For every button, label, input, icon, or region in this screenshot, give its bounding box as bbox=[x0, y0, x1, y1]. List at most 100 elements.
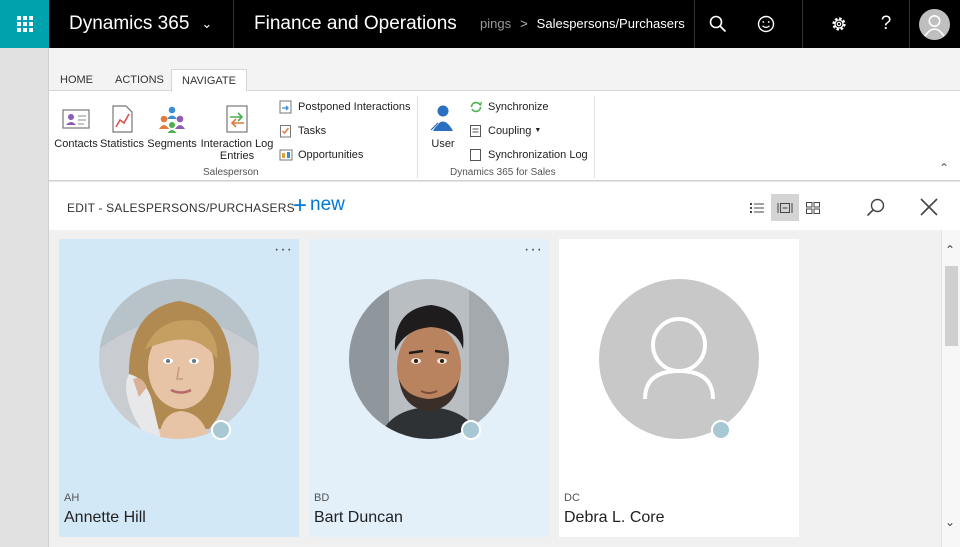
synchronize-icon bbox=[470, 101, 483, 113]
page-header: EDIT - SALESPERSONS/PURCHASERS + new bbox=[49, 182, 960, 230]
interaction-log-entries-label: Interaction Log Entries bbox=[200, 138, 274, 162]
app-switcher[interactable]: Dynamics 365 ⌄ bbox=[49, 0, 234, 48]
segments-button[interactable]: Segments bbox=[147, 104, 197, 150]
user-profile-button[interactable] bbox=[919, 9, 950, 40]
interaction-log-entries-button[interactable]: Interaction Log Entries bbox=[200, 104, 274, 162]
card-initials: BD bbox=[314, 492, 330, 504]
action-ribbon: HOME ACTIONS NAVIGATE Contacts Statistic… bbox=[49, 48, 960, 181]
card-name[interactable]: Bart Duncan bbox=[314, 509, 403, 527]
avatar-photo bbox=[349, 279, 509, 439]
card-list: ··· AH Annette Hill ··· BD Bart Duncan D… bbox=[49, 230, 941, 547]
postponed-interactions-button[interactable]: Postponed Interactions bbox=[279, 98, 411, 116]
card-view-icon bbox=[777, 202, 793, 213]
tab-actions[interactable]: ACTIONS bbox=[105, 69, 174, 91]
salesperson-card-bart-duncan[interactable]: ··· BD Bart Duncan bbox=[309, 239, 549, 537]
list-view-button[interactable] bbox=[743, 194, 771, 221]
search-button[interactable] bbox=[694, 0, 742, 48]
scroll-down-chevron-icon[interactable]: ⌄ bbox=[945, 515, 955, 529]
topbar-divider bbox=[909, 0, 910, 48]
caret-down-icon: ▼ bbox=[534, 127, 542, 134]
coupling-icon bbox=[470, 125, 481, 137]
ribbon-group-divider bbox=[594, 96, 595, 178]
search-icon bbox=[866, 198, 885, 217]
avatar-photo bbox=[99, 279, 259, 439]
presence-status-dot bbox=[211, 420, 231, 440]
settings-button[interactable] bbox=[815, 0, 863, 48]
more-options-button[interactable]: ··· bbox=[274, 241, 293, 259]
ribbon-group-divider bbox=[417, 96, 418, 178]
filter-search-button[interactable] bbox=[864, 195, 888, 219]
contacts-label: Contacts bbox=[54, 138, 98, 150]
user-label: User bbox=[431, 138, 455, 150]
waffle-icon bbox=[16, 16, 33, 32]
contacts-button[interactable]: Contacts bbox=[54, 104, 98, 150]
list-view-icon bbox=[750, 202, 764, 213]
top-nav-bar: Dynamics 365 ⌄ Finance and Operations pi… bbox=[0, 0, 960, 48]
vertical-scrollbar[interactable]: ⌃ ⌄ bbox=[941, 230, 960, 547]
tile-view-icon bbox=[806, 201, 820, 214]
statistics-chart-icon bbox=[112, 105, 133, 133]
card-name[interactable]: Annette Hill bbox=[64, 509, 146, 527]
tasks-button[interactable]: Tasks bbox=[279, 122, 326, 140]
salesperson-card-annette-hill[interactable]: ··· AH Annette Hill bbox=[59, 239, 299, 537]
statistics-button[interactable]: Statistics bbox=[100, 104, 144, 150]
postponed-interactions-label: Postponed Interactions bbox=[298, 101, 411, 113]
tab-navigate[interactable]: NAVIGATE bbox=[171, 69, 247, 92]
help-icon: ? bbox=[880, 13, 892, 34]
tab-home[interactable]: HOME bbox=[50, 69, 103, 91]
smiley-icon bbox=[757, 15, 775, 33]
breadcrumb-current[interactable]: Salespersons/Purchasers bbox=[537, 16, 685, 31]
module-title[interactable]: Finance and Operations bbox=[254, 0, 457, 48]
breadcrumb-previous[interactable]: pings bbox=[480, 16, 511, 31]
user-icon bbox=[924, 15, 945, 37]
salesperson-card-debra-l-core[interactable]: DC Debra L. Core bbox=[559, 239, 799, 537]
man-portrait-image bbox=[349, 279, 509, 439]
new-label: new bbox=[310, 194, 345, 215]
statistics-label: Statistics bbox=[100, 138, 145, 150]
user-sync-icon bbox=[430, 105, 453, 131]
opportunities-label: Opportunities bbox=[298, 149, 364, 161]
opportunities-button[interactable]: Opportunities bbox=[279, 146, 363, 164]
plus-icon: + bbox=[293, 191, 308, 219]
card-view-button[interactable] bbox=[771, 194, 799, 221]
help-button[interactable]: ? bbox=[862, 0, 910, 48]
chevron-down-icon: ⌄ bbox=[201, 16, 213, 31]
tasks-label: Tasks bbox=[298, 125, 327, 137]
scroll-up-chevron-icon[interactable]: ⌃ bbox=[945, 243, 955, 257]
more-options-button[interactable]: ··· bbox=[524, 241, 543, 259]
feedback-button[interactable] bbox=[742, 0, 790, 48]
gear-icon bbox=[832, 17, 846, 31]
interaction-log-icon bbox=[226, 105, 248, 133]
breadcrumb-separator-icon: > bbox=[520, 16, 528, 31]
synchronize-button[interactable]: Synchronize bbox=[469, 98, 549, 116]
scrollbar-thumb[interactable] bbox=[945, 266, 958, 346]
presence-status-dot bbox=[711, 420, 731, 440]
close-icon bbox=[920, 198, 938, 216]
ribbon-tab-strip: HOME ACTIONS NAVIGATE bbox=[49, 48, 960, 92]
coupling-dropdown[interactable]: Coupling ▼ bbox=[469, 122, 541, 140]
group-label-dynamics-sales: Dynamics 365 for Sales bbox=[450, 167, 556, 178]
opportunities-icon bbox=[279, 149, 293, 161]
card-initials: AH bbox=[64, 492, 80, 504]
woman-portrait-image bbox=[99, 279, 259, 439]
topbar-divider bbox=[802, 0, 803, 48]
synchronization-log-icon bbox=[470, 149, 481, 161]
presence-status-dot bbox=[461, 420, 481, 440]
group-label-salesperson: Salesperson bbox=[203, 167, 259, 178]
segments-label: Segments bbox=[147, 138, 197, 150]
collapse-ribbon-chevron-up-icon[interactable]: ⌃ bbox=[939, 161, 949, 175]
new-record-button[interactable]: + new bbox=[293, 191, 345, 219]
card-name[interactable]: Debra L. Core bbox=[564, 509, 665, 527]
page-title: EDIT - SALESPERSONS/PURCHASERS bbox=[67, 201, 295, 215]
avatar-placeholder bbox=[599, 279, 759, 439]
contacts-card-icon bbox=[62, 109, 90, 129]
user-button[interactable]: User bbox=[425, 104, 461, 150]
close-page-button[interactable] bbox=[917, 195, 941, 219]
left-navigation-gutter bbox=[0, 48, 49, 547]
tasks-checklist-icon bbox=[280, 125, 291, 138]
tile-view-button[interactable] bbox=[799, 194, 827, 221]
synchronization-log-button[interactable]: Synchronization Log bbox=[469, 146, 588, 164]
app-name: Dynamics 365 bbox=[69, 13, 190, 34]
waffle-button[interactable] bbox=[0, 0, 49, 48]
coupling-label: Coupling bbox=[488, 125, 532, 137]
